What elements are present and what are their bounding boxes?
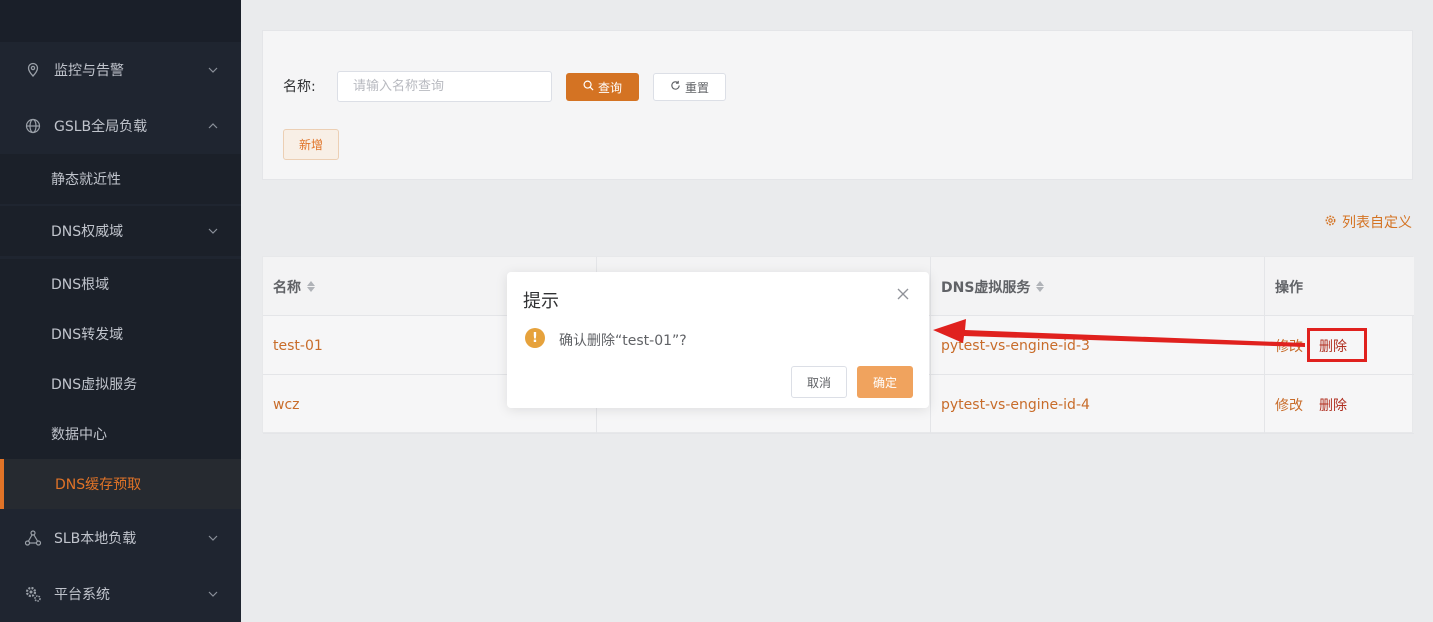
sidebar-item-label: GSLB全局负载 — [54, 119, 148, 135]
sidebar-subitem-label: DNS转发域 — [51, 327, 124, 343]
sort-icon[interactable] — [1036, 281, 1045, 292]
table-cell-dns-vs: pytest-vs-engine-id-4 — [931, 375, 1265, 434]
close-icon[interactable] — [897, 288, 911, 302]
add-button[interactable]: 新增 — [283, 129, 339, 160]
annotation-highlight-box — [1307, 328, 1367, 362]
refresh-icon — [670, 80, 681, 94]
row-name-link[interactable]: test-01 — [273, 338, 323, 354]
reset-button-label: 重置 — [684, 80, 709, 95]
dialog-message: 确认删除“test-01”? — [559, 333, 687, 349]
sidebar-subitem-label: DNS缓存预取 — [55, 477, 142, 493]
sidebar-subitem-label: DNS根域 — [51, 277, 110, 293]
network-nodes-icon — [24, 529, 42, 547]
row-name-link[interactable]: wcz — [273, 397, 300, 413]
chevron-down-icon — [207, 532, 219, 544]
reset-button[interactable]: 重置 — [653, 73, 726, 101]
search-name-input[interactable] — [337, 71, 552, 102]
sidebar-item-label: 监控与告警 — [54, 63, 124, 79]
chevron-down-icon — [207, 64, 219, 76]
search-panel: 名称: 查询 重置 新增 — [262, 30, 1413, 180]
row-vs-link[interactable]: pytest-vs-engine-id-4 — [941, 397, 1090, 413]
sidebar-subitem-label: 静态就近性 — [51, 172, 121, 188]
sidebar-item-gslb[interactable]: GSLB全局负载 — [0, 98, 241, 154]
search-icon — [583, 80, 594, 94]
globe-icon — [24, 117, 42, 135]
sidebar-item-monitoring[interactable]: 监控与告警 — [0, 42, 241, 98]
column-header-label: 操作 — [1275, 279, 1303, 296]
sidebar-item-label: 平台系统 — [54, 587, 110, 603]
cancel-button[interactable]: 取消 — [791, 366, 847, 398]
column-header-label: DNS虚拟服务 — [941, 279, 1031, 296]
sidebar-subitem-label: DNS权威域 — [51, 224, 124, 240]
sidebar-subitem-dns-authority[interactable]: DNS权威域 — [0, 206, 241, 256]
row-vs-link[interactable]: pytest-vs-engine-id-3 — [941, 338, 1090, 354]
search-name-label: 名称: — [283, 79, 316, 95]
column-custom-label: 列表自定义 — [1342, 215, 1412, 231]
column-header-label: 名称 — [273, 279, 301, 296]
dialog-title: 提示 — [523, 291, 559, 312]
delete-button[interactable]: 删除 — [1319, 395, 1347, 415]
column-header-actions: 操作 — [1265, 257, 1414, 316]
gear-icon — [24, 585, 42, 603]
sidebar-item-platform[interactable]: 平台系统 — [0, 566, 241, 622]
confirm-dialog: 提示 ! 确认删除“test-01”? 取消 确定 — [507, 272, 929, 408]
query-button[interactable]: 查询 — [566, 73, 639, 101]
sidebar-item-slb[interactable]: SLB本地负载 — [0, 510, 241, 566]
confirm-button[interactable]: 确定 — [857, 366, 913, 398]
chevron-down-icon — [207, 588, 219, 600]
edit-button[interactable]: 修改 — [1275, 336, 1303, 356]
sidebar-subitem-label: DNS虚拟服务 — [51, 377, 138, 393]
column-custom-button[interactable]: 列表自定义 — [1324, 212, 1412, 232]
sidebar-item-label: SLB本地负载 — [54, 531, 137, 547]
sidebar-subitem-static-proximity[interactable]: 静态就近性 — [0, 154, 241, 204]
sidebar-header — [0, 0, 241, 42]
sidebar-subitem-dns-cache-prefetch[interactable]: DNS缓存预取 — [0, 459, 241, 509]
column-header-dns-vs[interactable]: DNS虚拟服务 — [931, 257, 1265, 316]
table-cell-dns-vs: pytest-vs-engine-id-3 — [931, 316, 1265, 375]
edit-button[interactable]: 修改 — [1275, 395, 1303, 415]
chevron-down-icon — [207, 225, 219, 237]
query-button-label: 查询 — [597, 80, 622, 95]
sidebar: 监控与告警 GSLB全局负载 静态就近性 DNS权威域 DNS根域 DNS转发域… — [0, 0, 241, 622]
chevron-up-icon — [207, 120, 219, 132]
warning-icon: ! — [525, 328, 545, 348]
sidebar-subitem-datacenter[interactable]: 数据中心 — [0, 409, 241, 459]
location-pin-icon — [24, 61, 42, 79]
table-cell-actions: 修改 删除 — [1265, 375, 1414, 434]
sidebar-subitem-label: 数据中心 — [51, 427, 107, 443]
gear-icon — [1324, 214, 1337, 231]
sidebar-subitem-dns-forward[interactable]: DNS转发域 — [0, 309, 241, 359]
sidebar-subitem-dns-virtual-service[interactable]: DNS虚拟服务 — [0, 359, 241, 409]
sort-icon[interactable] — [307, 281, 315, 292]
sidebar-subitem-dns-root[interactable]: DNS根域 — [0, 259, 241, 309]
